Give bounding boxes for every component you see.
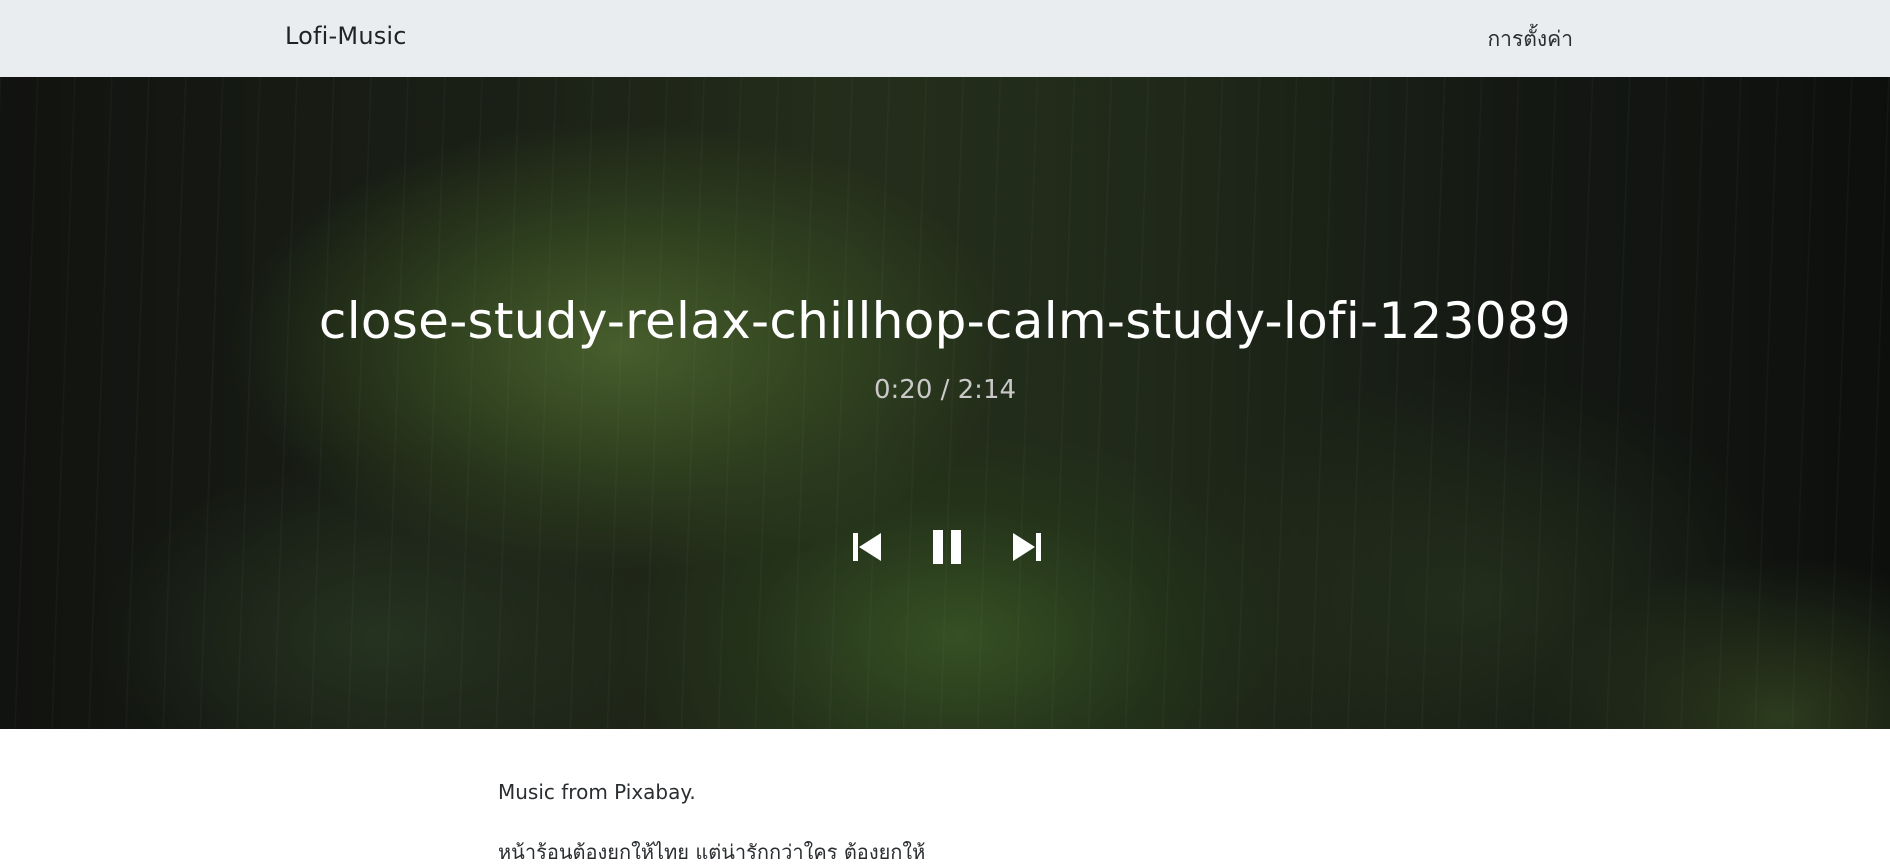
skip-previous-icon	[853, 533, 881, 561]
music-credit: Music from Pixabay.	[498, 780, 696, 804]
next-track-button[interactable]	[1005, 525, 1049, 569]
track-title: close-study-relax-chillhop-calm-study-lo…	[318, 292, 1572, 350]
pause-button[interactable]	[925, 525, 969, 569]
previous-track-button[interactable]	[845, 525, 889, 569]
playback-controls	[845, 525, 1045, 569]
player-panel: close-study-relax-chillhop-calm-study-lo…	[0, 77, 1890, 729]
hero-player: close-study-relax-chillhop-calm-study-lo…	[0, 77, 1890, 729]
pause-icon	[933, 530, 961, 564]
brand-link[interactable]: Lofi-Music	[285, 22, 407, 50]
thai-caption: หน้าร้อนต้องยกให้ไทย แต่น่ารักกว่าใคร ต้…	[498, 840, 926, 864]
navbar: Lofi-Music การตั้งค่า	[0, 0, 1890, 77]
skip-next-icon	[1013, 533, 1041, 561]
time-display: 0:20 / 2:14	[873, 375, 1017, 405]
settings-link[interactable]: การตั้งค่า	[1487, 23, 1573, 56]
